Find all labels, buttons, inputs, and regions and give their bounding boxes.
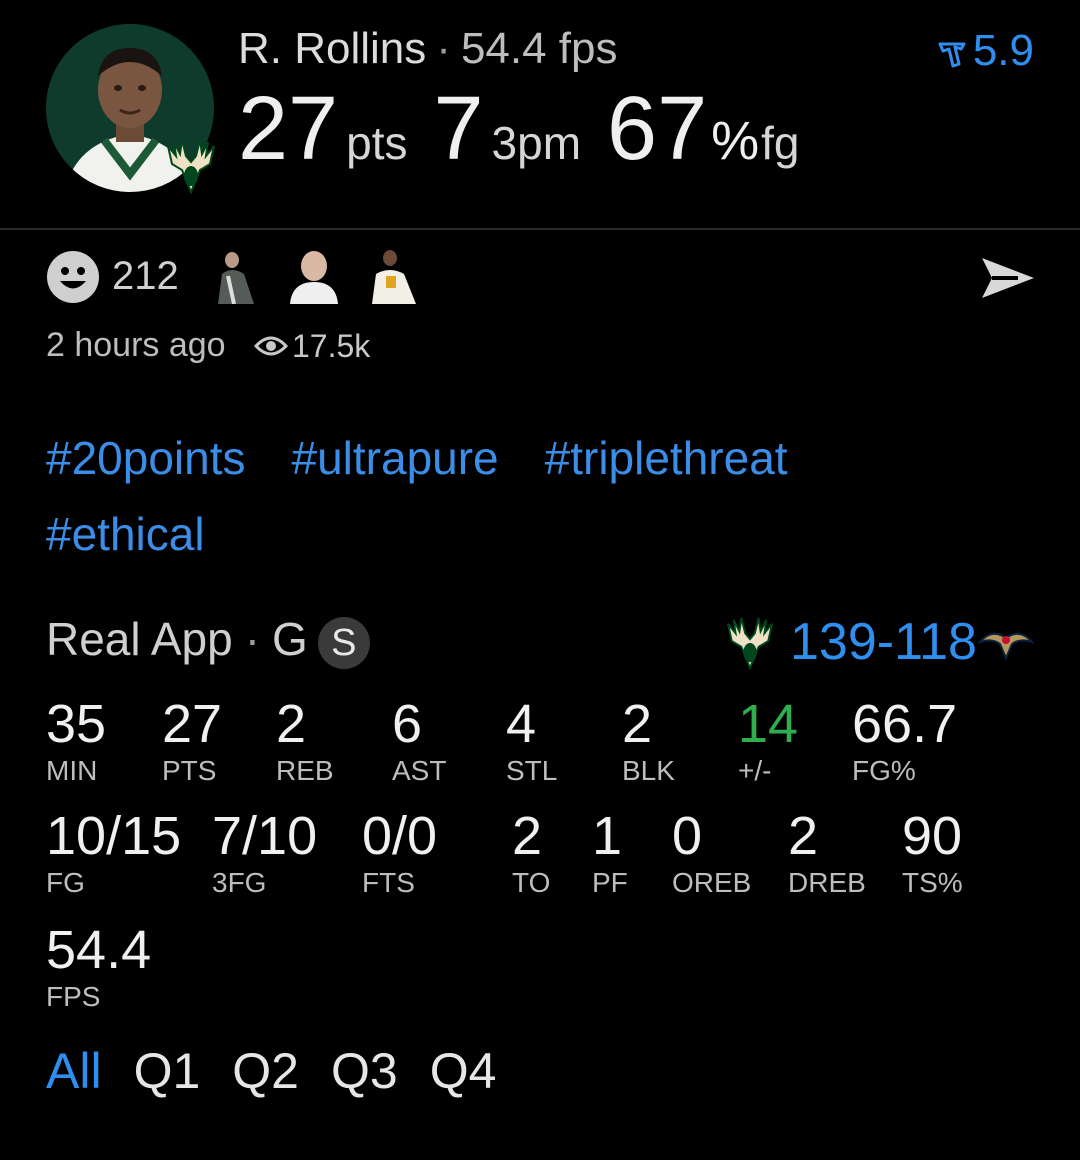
player-position: G (272, 613, 308, 665)
player-header-line: R. Rollins · 54.4 fps (238, 24, 618, 74)
stat-pf: 1 PF (592, 806, 628, 900)
stat-value: 10/15 (46, 806, 182, 866)
stat-value: 2 (788, 806, 819, 866)
tab-q3[interactable]: Q3 (331, 1042, 398, 1100)
fg-unit: fg (761, 117, 800, 169)
stat-dreb: 2 DREB (788, 806, 866, 900)
stat-fg-pct: 66.7 FG% (852, 694, 957, 788)
eye-icon (253, 334, 289, 358)
game-source-line: Real App · G S (46, 612, 370, 669)
stat-label: DREB (788, 867, 866, 898)
pelicans-logo-icon[interactable] (976, 626, 1036, 661)
stat-plus-minus: 14 +/- (738, 694, 798, 788)
stat-value: 6 (392, 694, 423, 754)
stat-label: FG% (852, 755, 916, 786)
threes-value: 7 (433, 79, 484, 179)
rank-indicator[interactable]: 5.9 (937, 26, 1034, 76)
stat-pts: 27 PTS (162, 694, 222, 788)
player-name[interactable]: R. Rollins (238, 24, 426, 73)
stat-value: 54.4 (46, 920, 152, 980)
stat-value: 2 (622, 694, 653, 754)
hashtag-list: #20points #ultrapure #triplethreat #ethical (46, 420, 1026, 572)
share-send-icon[interactable] (978, 254, 1036, 302)
stat-label: FTS (362, 867, 415, 898)
reactor-avatar-2[interactable] (288, 246, 340, 304)
hashtag[interactable]: #20points (46, 420, 246, 496)
stat-ast: 6 AST (392, 694, 446, 788)
hashtag[interactable]: #ethical (46, 496, 205, 572)
stat-value: 2 (276, 694, 307, 754)
stat-label: FPS (46, 981, 101, 1012)
stat-label: TS% (902, 867, 963, 898)
stat-value: 14 (738, 694, 799, 754)
hashtag[interactable]: #triplethreat (545, 420, 788, 496)
reactor-avatar-1[interactable] (210, 246, 262, 305)
stat-label: AST (392, 755, 447, 786)
stat-ts-pct: 90 TS% (902, 806, 963, 900)
stat-label: STL (506, 755, 558, 786)
stat-value: 4 (506, 694, 537, 754)
stat-value: 90 (902, 806, 963, 866)
points-unit: pts (346, 117, 408, 169)
stat-label: +/- (738, 755, 772, 786)
bucks-logo-icon[interactable] (726, 614, 774, 671)
tab-q4[interactable]: Q4 (430, 1042, 497, 1100)
threes-unit: 3pm (491, 117, 582, 169)
separator-dot: · (436, 24, 451, 73)
separator-dot: · (244, 613, 261, 665)
stat-label: PTS (162, 755, 217, 786)
stat-label: REB (276, 755, 334, 786)
points-value: 27 (238, 79, 339, 179)
hashtag[interactable]: #ultrapure (292, 420, 499, 496)
stat-fts: 0/0 FTS (362, 806, 437, 900)
stat-stl: 4 STL (506, 694, 557, 788)
stat-value: 27 (162, 694, 223, 754)
stat-value: 0/0 (362, 806, 438, 866)
game-score[interactable]: 139-118 (790, 612, 977, 672)
stat-reb: 2 REB (276, 694, 334, 788)
fps-summary: 54.4 fps (460, 24, 618, 73)
stat-blk: 2 BLK (622, 694, 675, 788)
headline-stats: 27 pts 7 3pm 67%fg (238, 78, 826, 181)
stat-value: 2 (512, 806, 543, 866)
reactor-avatar-3[interactable] (368, 246, 420, 304)
stat-label: OREB (672, 867, 752, 898)
stat-label: FG (46, 867, 85, 898)
stat-label: MIN (46, 755, 98, 786)
stat-label: BLK (622, 755, 675, 786)
stat-value: 0 (672, 806, 703, 866)
view-count: 17.5k (292, 328, 371, 364)
stat-value: 7/10 (212, 806, 318, 866)
stat-value: 1 (592, 806, 623, 866)
fg-pct-sign: % (711, 111, 760, 171)
smiley-reaction-icon[interactable] (46, 250, 100, 304)
bucks-logo-icon (166, 136, 216, 195)
stat-min: 35 MIN (46, 694, 106, 788)
tab-q2[interactable]: Q2 (232, 1042, 299, 1100)
reaction-count[interactable]: 212 (112, 254, 179, 299)
post-time: 2 hours ago (46, 326, 226, 364)
header-divider (0, 228, 1080, 230)
stat-label: PF (592, 867, 628, 898)
stat-3fg: 7/10 3FG (212, 806, 317, 900)
stat-label: 3FG (212, 867, 267, 898)
tab-q1[interactable]: Q1 (134, 1042, 201, 1100)
stat-label: TO (512, 867, 551, 898)
starter-badge: S (317, 616, 370, 669)
tab-all[interactable]: All (46, 1042, 102, 1100)
stat-value: 66.7 (852, 694, 958, 754)
rank-arrow-icon (938, 42, 966, 68)
stat-value: 35 (46, 694, 107, 754)
game-source: Real App (46, 613, 233, 665)
stat-fg: 10/15 FG (46, 806, 181, 900)
fg-pct-value: 67 (607, 79, 708, 179)
stat-oreb: 0 OREB (672, 806, 751, 900)
stat-to: 2 TO (512, 806, 550, 900)
rank-value: 5.9 (972, 26, 1034, 75)
stat-fps: 54.4 FPS (46, 920, 151, 1014)
quarter-tabs: All Q1 Q2 Q3 Q4 (46, 1042, 528, 1100)
